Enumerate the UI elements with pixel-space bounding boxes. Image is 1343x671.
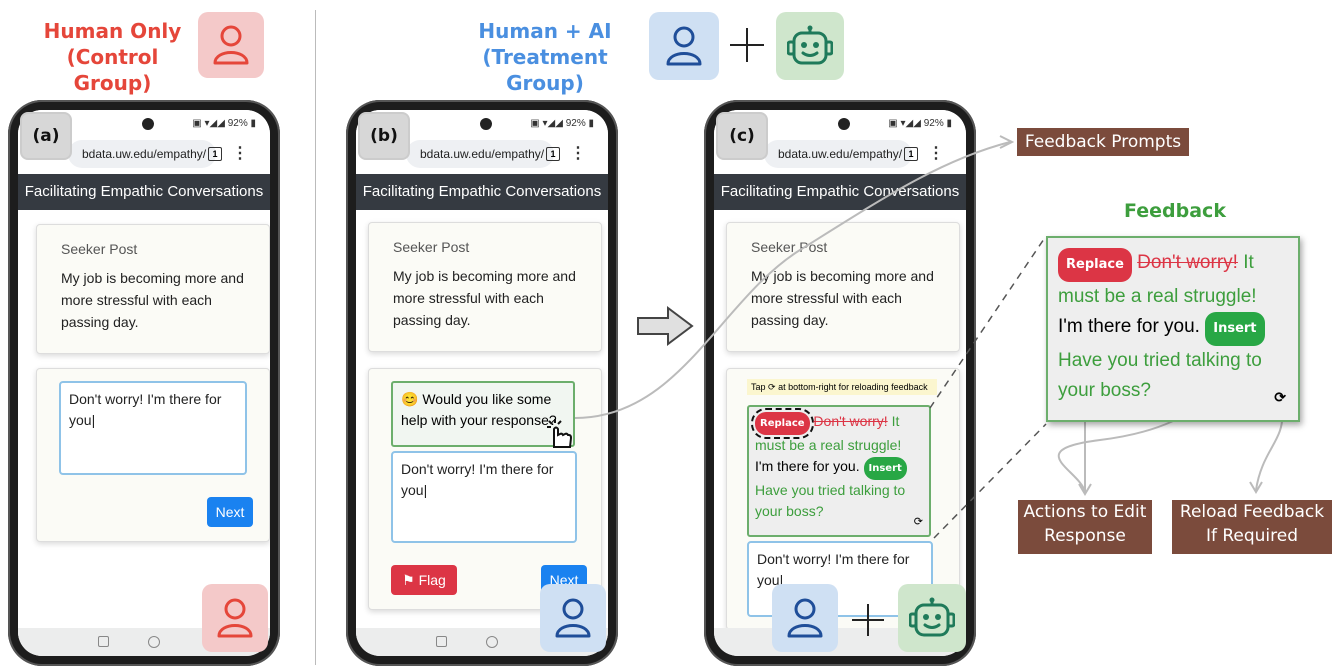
insert-button[interactable]: Insert (1205, 312, 1265, 346)
reload-label-line1: Reload Feedback (1179, 502, 1325, 522)
feedback-heading: Feedback (1124, 200, 1226, 222)
insertion-text: Have you tried talking to your boss? (1058, 350, 1262, 401)
feedback-box-large: Replace Don't worry! It must be a real s… (1046, 236, 1300, 422)
strike-text: Don't worry! (1137, 252, 1238, 273)
replace-button[interactable]: Replace (1058, 248, 1132, 282)
feedback-prompts-label: Feedback Prompts (1017, 128, 1189, 156)
reload-label-line2: If Required (1205, 526, 1299, 546)
kept-text: I'm there for you. (1058, 316, 1200, 337)
reload-icon[interactable]: ⟳ (1274, 382, 1286, 412)
actions-label-line1: Actions to Edit (1023, 502, 1147, 522)
reload-label: Reload Feedback If Required (1172, 500, 1332, 554)
actions-label-line2: Response (1044, 526, 1126, 546)
actions-label: Actions to Edit Response (1018, 500, 1152, 554)
